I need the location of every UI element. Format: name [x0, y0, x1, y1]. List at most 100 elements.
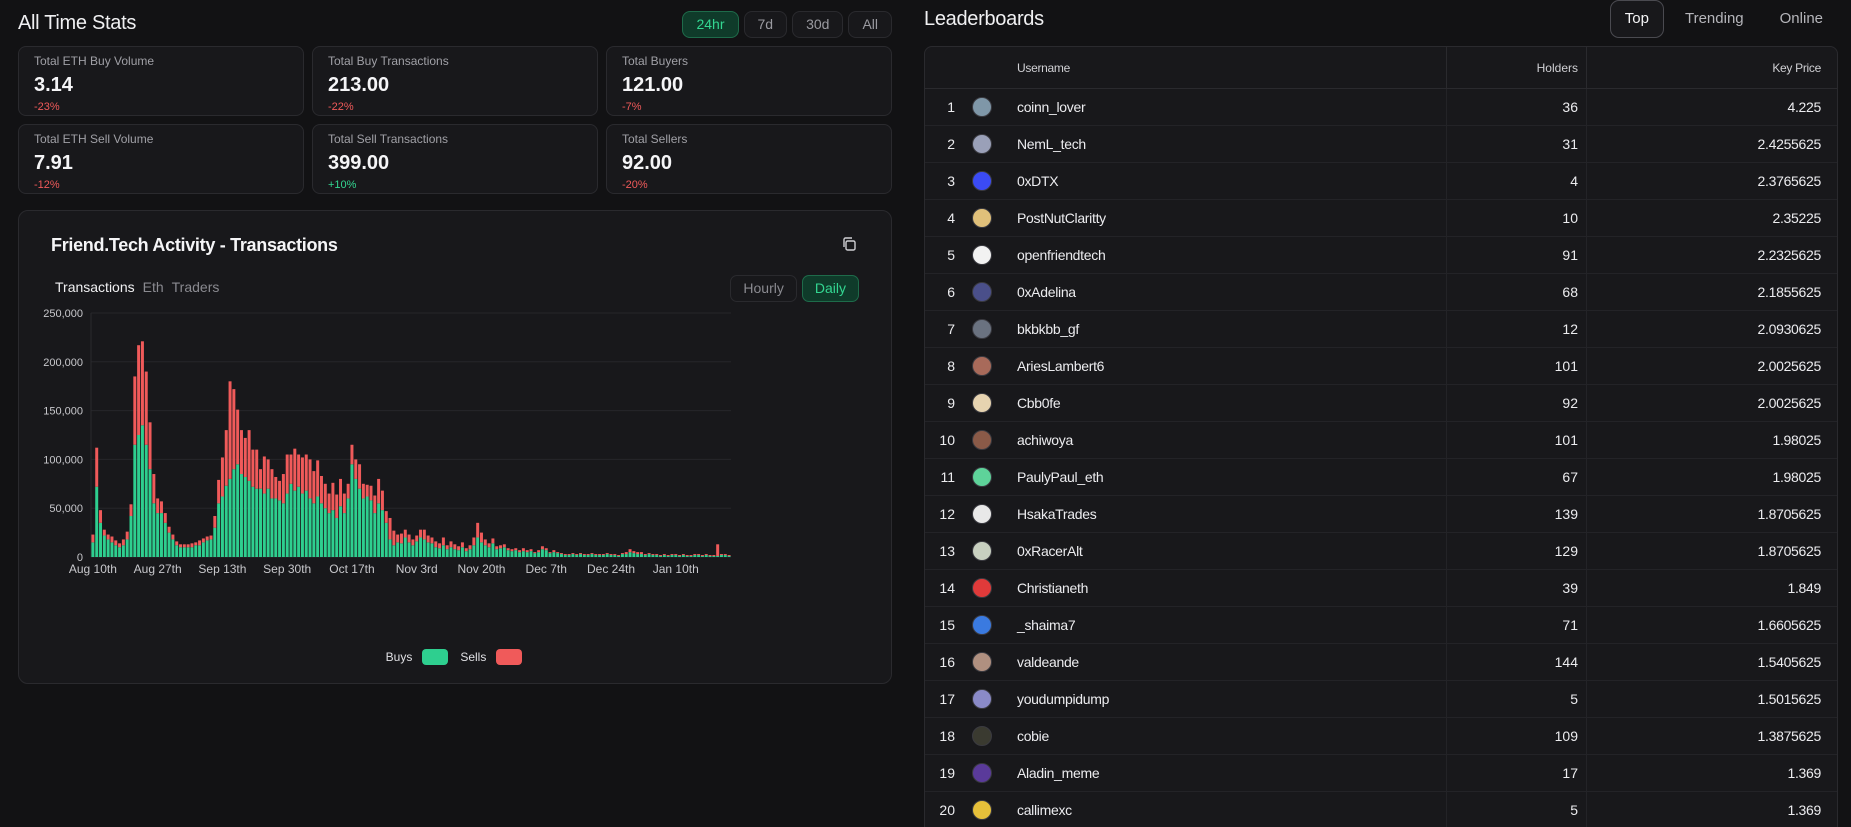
table-row[interactable]: 3 0xDTX 4 2.3765625	[925, 163, 1837, 200]
buys-bar	[236, 464, 240, 557]
key-price-cell: 1.6605625	[1757, 617, 1822, 633]
copy-icon[interactable]	[841, 236, 857, 252]
sells-bar	[129, 504, 133, 517]
buys-bar	[396, 542, 400, 557]
legend-buys-swatch[interactable]	[422, 649, 449, 665]
avatar[interactable]	[972, 356, 992, 376]
username-cell[interactable]: achiwoya	[1009, 422, 1447, 458]
avatar[interactable]	[972, 134, 992, 154]
username-cell[interactable]: NemL_tech	[1009, 126, 1447, 162]
username-cell[interactable]: Aladin_meme	[1009, 755, 1447, 791]
range-all-button[interactable]: All	[848, 11, 892, 38]
username-cell[interactable]: cobie	[1009, 718, 1447, 754]
avatar[interactable]	[972, 615, 992, 635]
sells-bar	[331, 482, 335, 511]
avatar[interactable]	[972, 504, 992, 524]
avatar[interactable]	[972, 652, 992, 672]
username-cell[interactable]: 0xDTX	[1009, 163, 1447, 199]
sells-bar	[430, 537, 434, 544]
table-row[interactable]: 12 HsakaTrades 139 1.8705625	[925, 496, 1837, 533]
username-cell[interactable]: _shaima7	[1009, 607, 1447, 643]
table-row[interactable]: 8 AriesLambert6 101 2.0025625	[925, 348, 1837, 385]
username-cell[interactable]: Cbb0fe	[1009, 385, 1447, 421]
username-cell[interactable]: HsakaTrades	[1009, 496, 1447, 532]
sells-bar	[693, 554, 697, 556]
avatar[interactable]	[972, 800, 992, 820]
avatar[interactable]	[972, 763, 992, 783]
username-cell[interactable]: Christianeth	[1009, 570, 1447, 606]
sells-bar	[152, 474, 156, 504]
range-30d-button[interactable]: 30d	[792, 11, 844, 38]
avatar[interactable]	[972, 541, 992, 561]
username-cell[interactable]: valdeande	[1009, 644, 1447, 680]
table-row[interactable]: 16 valdeande 144 1.5405625	[925, 644, 1837, 681]
range-7d-button[interactable]: 7d	[743, 11, 788, 38]
table-row[interactable]: 5 openfriendtech 91 2.2325625	[925, 237, 1837, 274]
table-row[interactable]: 1 coinn_lover 36 4.225	[925, 89, 1837, 126]
table-row[interactable]: 15 _shaima7 71 1.6605625	[925, 607, 1837, 644]
table-row[interactable]: 14 Christianeth 39 1.849	[925, 570, 1837, 607]
username-cell[interactable]: PostNutClaritty	[1009, 200, 1447, 236]
username-cell[interactable]: bkbkbb_gf	[1009, 311, 1447, 347]
avatar[interactable]	[972, 689, 992, 709]
avatar[interactable]	[972, 393, 992, 413]
table-row[interactable]: 10 achiwoya 101 1.98025	[925, 422, 1837, 459]
key-price-cell: 1.3875625	[1757, 728, 1822, 744]
sells-bar	[201, 538, 205, 543]
table-row[interactable]: 19 Aladin_meme 17 1.369	[925, 755, 1837, 792]
tab-transactions[interactable]: Transactions	[55, 279, 135, 295]
buys-bar	[544, 550, 548, 557]
range-selector: 24hr 7d 30d All	[682, 11, 892, 38]
avatar[interactable]	[972, 282, 992, 302]
sells-bar	[697, 554, 701, 556]
tab-eth[interactable]: Eth	[143, 279, 164, 295]
hourly-button[interactable]: Hourly	[730, 275, 797, 302]
sells-bar	[529, 549, 533, 552]
avatar[interactable]	[972, 245, 992, 265]
username-cell[interactable]: AriesLambert6	[1009, 348, 1447, 384]
tab-online[interactable]: Online	[1765, 0, 1838, 38]
holders-cell: 67	[1447, 459, 1587, 495]
holders-header[interactable]: Holders	[1447, 47, 1587, 88]
username-cell[interactable]: 0xRacerAlt	[1009, 533, 1447, 569]
username-cell[interactable]: openfriendtech	[1009, 237, 1447, 273]
key-price-header[interactable]: Key Price	[1587, 47, 1837, 88]
table-row[interactable]: 6 0xAdelina 68 2.1855625	[925, 274, 1837, 311]
avatar[interactable]	[972, 726, 992, 746]
stat-label: Total Buyers	[622, 54, 689, 68]
table-row[interactable]: 20 callimexc 5 1.369	[925, 792, 1837, 827]
tab-trending[interactable]: Trending	[1670, 0, 1759, 38]
sells-bar	[205, 536, 209, 541]
table-row[interactable]: 7 bkbkbb_gf 12 2.0930625	[925, 311, 1837, 348]
table-row[interactable]: 17 youdumpidump 5 1.5015625	[925, 681, 1837, 718]
avatar[interactable]	[972, 97, 992, 117]
table-row[interactable]: 18 cobie 109 1.3875625	[925, 718, 1837, 755]
tab-traders[interactable]: Traders	[172, 279, 220, 295]
username-cell[interactable]: 0xAdelina	[1009, 274, 1447, 310]
table-row[interactable]: 11 PaulyPaul_eth 67 1.98025	[925, 459, 1837, 496]
username-cell[interactable]: callimexc	[1009, 792, 1447, 827]
username-cell[interactable]: coinn_lover	[1009, 89, 1447, 125]
username-header[interactable]: Username	[1009, 47, 1447, 88]
table-row[interactable]: 9 Cbb0fe 92 2.0025625	[925, 385, 1837, 422]
username-cell[interactable]: youdumpidump	[1009, 681, 1447, 717]
avatar[interactable]	[972, 467, 992, 487]
username-cell[interactable]: PaulyPaul_eth	[1009, 459, 1447, 495]
daily-button[interactable]: Daily	[801, 275, 859, 302]
buys-bar	[529, 551, 533, 557]
avatar[interactable]	[972, 578, 992, 598]
avatar[interactable]	[972, 171, 992, 191]
tab-top[interactable]: Top	[1609, 0, 1664, 38]
buys-bar	[350, 464, 354, 557]
buys-bar	[373, 513, 377, 557]
avatar[interactable]	[972, 208, 992, 228]
avatar[interactable]	[972, 319, 992, 339]
table-row[interactable]: 4 PostNutClaritty 10 2.35225	[925, 200, 1837, 237]
table-row[interactable]: 13 0xRacerAlt 129 1.8705625	[925, 533, 1837, 570]
table-row[interactable]: 2 NemL_tech 31 2.4255625	[925, 126, 1837, 163]
stat-delta: -23%	[34, 101, 60, 113]
key-price-cell: 1.98025	[1772, 432, 1821, 448]
legend-sells-swatch[interactable]	[496, 649, 523, 665]
avatar[interactable]	[972, 430, 992, 450]
range-24hr-button[interactable]: 24hr	[682, 11, 739, 38]
